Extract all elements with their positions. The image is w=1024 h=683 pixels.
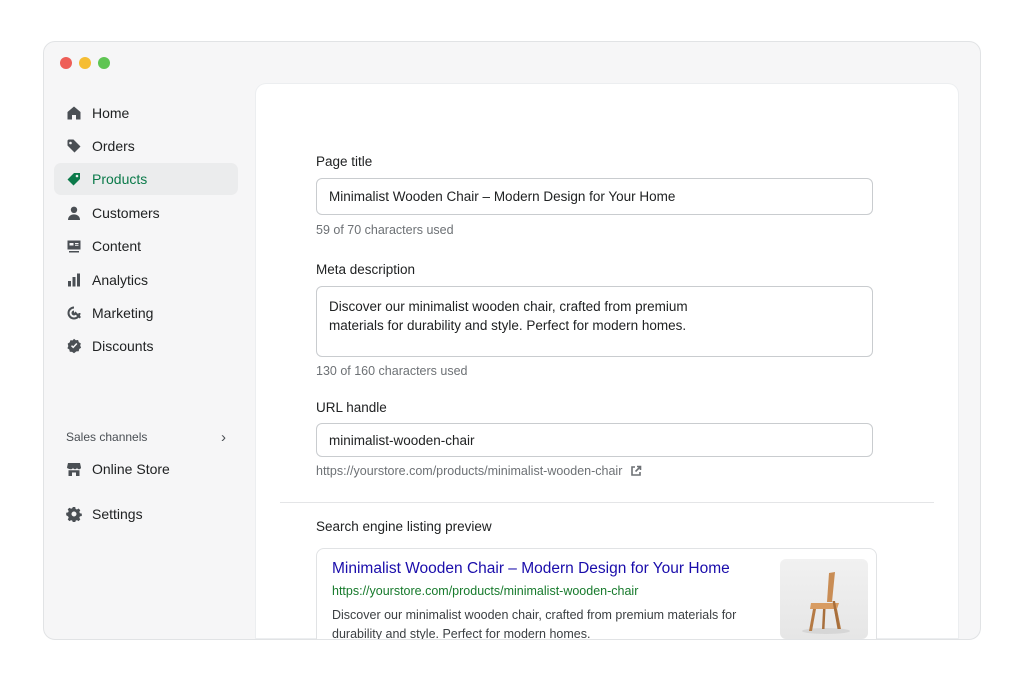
meta-description-label: Meta description [316,262,416,277]
sidebar-item-home[interactable]: Home [54,97,238,129]
full-url-row: https://yourstore.com/products/minimalis… [316,464,642,478]
badge-check-icon [66,338,82,354]
title-bar [44,42,980,84]
meta-description-char-count: 130 of 160 characters used [316,364,468,378]
sidebar-item-label: Analytics [92,272,149,288]
sidebar-item-online-store[interactable]: Online Store [54,453,238,485]
bar-chart-icon [66,272,82,288]
page-title-input[interactable]: Minimalist Wooden Chair – Modern Design … [316,178,873,215]
sidebar-item-label: Products [92,171,148,187]
preview-title: Minimalist Wooden Chair – Modern Design … [332,560,730,577]
url-handle-input[interactable]: minimalist-wooden-chair [316,423,873,457]
preview-description: Discover our minimalist wooden chair, cr… [332,608,737,640]
sidebar-item-marketing[interactable]: Marketing [54,297,238,329]
target-icon [66,305,82,321]
sidebar-item-customers[interactable]: Customers [54,197,238,229]
store-icon [66,461,82,477]
page-title-char-count: 59 of 70 characters used [316,223,454,237]
sidebar-item-content[interactable]: Content [54,230,238,262]
sales-channels-label: Sales channels [66,430,148,444]
sidebar-item-settings[interactable]: Settings [54,498,238,530]
meta-description-textarea[interactable]: Discover our minimalist wooden chair, cr… [316,286,873,357]
tag-icon [66,138,82,154]
search-preview-card: Minimalist Wooden Chair – Modern Design … [316,548,877,640]
product-tag-icon [66,171,82,187]
sidebar-item-label: Discounts [92,338,154,354]
page-title-label: Page title [316,154,373,169]
sidebar-item-label: Online Store [92,461,170,477]
content-icon [66,238,82,254]
sales-channels-header[interactable]: Sales channels › [66,427,226,447]
section-divider [280,502,934,503]
external-link-icon[interactable] [630,465,642,477]
preview-section-label: Search engine listing preview [316,519,492,534]
sidebar-item-label: Marketing [92,305,154,321]
sidebar: Home Orders Products Customers Content A… [44,84,254,639]
url-handle-label: URL handle [316,400,387,415]
person-icon [66,205,82,221]
sidebar-item-label: Settings [92,506,143,522]
maximize-window-button[interactable] [98,57,110,69]
sidebar-item-analytics[interactable]: Analytics [54,264,238,296]
sidebar-item-label: Home [92,105,130,121]
sidebar-item-label: Content [92,238,142,254]
chevron-right-icon[interactable]: › [221,429,226,446]
full-url-link[interactable]: https://yourstore.com/products/minimalis… [316,464,622,478]
sidebar-item-discounts[interactable]: Discounts [54,330,238,362]
app-window: Home Orders Products Customers Content A… [43,41,981,640]
sidebar-item-label: Orders [92,138,135,154]
sidebar-item-products[interactable]: Products [54,163,238,195]
close-window-button[interactable] [60,57,72,69]
gear-icon [66,506,82,522]
seo-panel: Page title Minimalist Wooden Chair – Mod… [256,84,958,640]
sidebar-item-label: Customers [92,205,160,221]
home-icon [66,105,82,121]
sidebar-item-orders[interactable]: Orders [54,130,238,162]
preview-url: https://yourstore.com/products/minimalis… [332,584,639,598]
minimize-window-button[interactable] [79,57,91,69]
product-thumbnail [780,559,868,639]
